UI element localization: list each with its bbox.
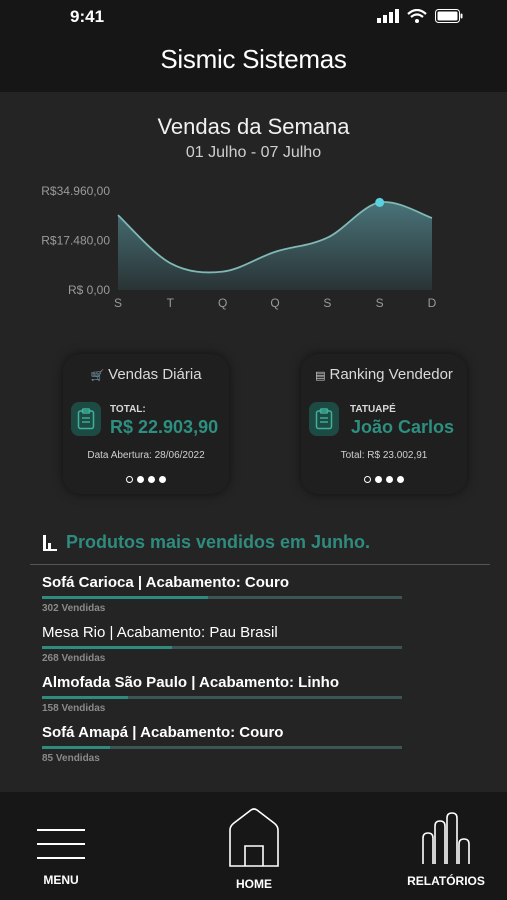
ranking-seller-name: João Carlos	[351, 417, 455, 437]
signal-icon	[377, 9, 399, 23]
product-progress-fill	[42, 646, 172, 649]
home-icon	[229, 808, 279, 867]
product-progress-fill	[42, 746, 111, 749]
pager-dot[interactable]	[364, 476, 371, 483]
ranking-footer: Total: R$ 23.002,91	[340, 450, 428, 461]
battery-icon	[435, 9, 463, 23]
product-count: 268 Vendidas	[42, 653, 106, 664]
pager-dot[interactable]	[159, 476, 166, 483]
status-icons	[377, 9, 463, 23]
status-time: 9:41	[70, 7, 105, 26]
tab-menu-label: MENU	[43, 873, 79, 887]
status-bar: 9:41	[0, 0, 507, 38]
x-tick-label: Q	[270, 296, 279, 310]
product-item[interactable]: Almofada São Paulo | Acabamento: Linho 1…	[42, 674, 402, 714]
product-count: 158 Vendidas	[42, 703, 106, 714]
product-item[interactable]: Mesa Rio | Acabamento: Pau Brasil 268 Ve…	[42, 624, 402, 664]
x-tick-label: S	[323, 296, 331, 310]
chart-area	[118, 201, 432, 290]
x-tick-label: S	[376, 296, 384, 310]
clipboard-icon	[71, 402, 101, 436]
product-count: 85 Vendidas	[42, 753, 100, 764]
tab-home[interactable]: HOME	[212, 792, 296, 900]
daily-sales-value: R$ 22.903,90	[110, 417, 219, 437]
bar-chart-icon	[43, 534, 57, 551]
daily-sales-card[interactable]: 🛒 Vendas Diária TOTAL: R$ 22.903,90 Data …	[63, 354, 229, 494]
hamburger-menu-icon	[37, 829, 85, 859]
product-name: Sofá Amapá | Acabamento: Couro	[42, 724, 284, 741]
daily-sales-label: TOTAL:	[110, 404, 146, 415]
ranking-icon: ▤	[315, 370, 326, 382]
products-section-title: Produtos mais vendidos em Junho.	[66, 532, 371, 552]
pager-dot[interactable]	[386, 476, 393, 483]
product-item[interactable]: Sofá Amapá | Acabamento: Couro 85 Vendid…	[42, 724, 402, 764]
ranking-title-text: Ranking Vendedor	[329, 366, 453, 383]
reports-chart-icon	[422, 812, 470, 864]
ranking-card-title: ▤ Ranking Vendedor	[301, 366, 467, 383]
pager-dot[interactable]	[375, 476, 382, 483]
wifi-icon	[407, 9, 427, 23]
pager-dot[interactable]	[397, 476, 404, 483]
daily-sales-title-text: Vendas Diária	[108, 366, 202, 383]
daily-sales-card-title: 🛒 Vendas Diária	[63, 366, 229, 383]
product-progress-fill	[42, 696, 129, 699]
pager-dot[interactable]	[148, 476, 155, 483]
product-name: Mesa Rio | Acabamento: Pau Brasil	[42, 624, 278, 641]
clipboard-icon	[309, 402, 339, 436]
product-count: 302 Vendidas	[42, 603, 106, 614]
tab-reports[interactable]: RELATÓRIOS	[400, 792, 492, 900]
products-section-header: Produtos mais vendidos em Junho.	[42, 532, 370, 553]
y-tick-label: R$ 0,00	[68, 283, 110, 297]
ranking-card-pager[interactable]	[301, 476, 467, 483]
product-item[interactable]: Sofá Carioca | Acabamento: Couro 302 Ven…	[42, 574, 402, 614]
chart-title: Vendas da Semana	[157, 114, 350, 139]
x-tick-label: Q	[218, 296, 227, 310]
cart-icon: 🛒	[90, 370, 105, 382]
pager-dot[interactable]	[137, 476, 144, 483]
sales-chart: R$34.960,00 R$17.480,00 R$ 0,00 S T Q Q S S D	[41, 184, 437, 310]
ranking-store-label: TATUAPÉ	[350, 404, 396, 415]
daily-card-pager[interactable]	[63, 476, 229, 483]
x-tick-label: T	[167, 296, 175, 310]
app-title: Sismic Sistemas	[160, 44, 347, 74]
product-name: Sofá Carioca | Acabamento: Couro	[42, 574, 290, 591]
tab-menu[interactable]: MENU	[22, 792, 100, 900]
app-header: Sismic Sistemas	[0, 38, 507, 92]
daily-sales-footer: Data Abertura: 28/06/2022	[87, 450, 205, 461]
y-tick-label: R$34.960,00	[41, 184, 110, 198]
ranking-card[interactable]: ▤ Ranking Vendedor TATUAPÉ João Carlos To…	[301, 354, 467, 494]
pager-dot[interactable]	[126, 476, 133, 483]
product-progress	[42, 696, 402, 699]
x-tick-label: S	[114, 296, 122, 310]
tab-reports-label: RELATÓRIOS	[407, 874, 485, 888]
product-progress-fill	[42, 596, 208, 599]
tab-home-label: HOME	[236, 877, 272, 891]
y-tick-label: R$17.480,00	[41, 234, 110, 248]
x-tick-label: D	[428, 296, 437, 310]
product-progress	[42, 596, 402, 599]
section-divider	[30, 564, 490, 565]
bottom-tab-bar: MENU HOME RELATÓRIOS	[0, 792, 507, 900]
product-progress	[42, 746, 402, 749]
chart-highlight-point[interactable]	[375, 197, 385, 207]
product-name: Almofada São Paulo | Acabamento: Linho	[42, 674, 340, 691]
product-progress	[42, 646, 402, 649]
chart-subtitle: 01 Julho - 07 Julho	[185, 144, 322, 161]
main-content: Vendas da Semana 01 Julho - 07 Julho R$3…	[0, 92, 507, 792]
